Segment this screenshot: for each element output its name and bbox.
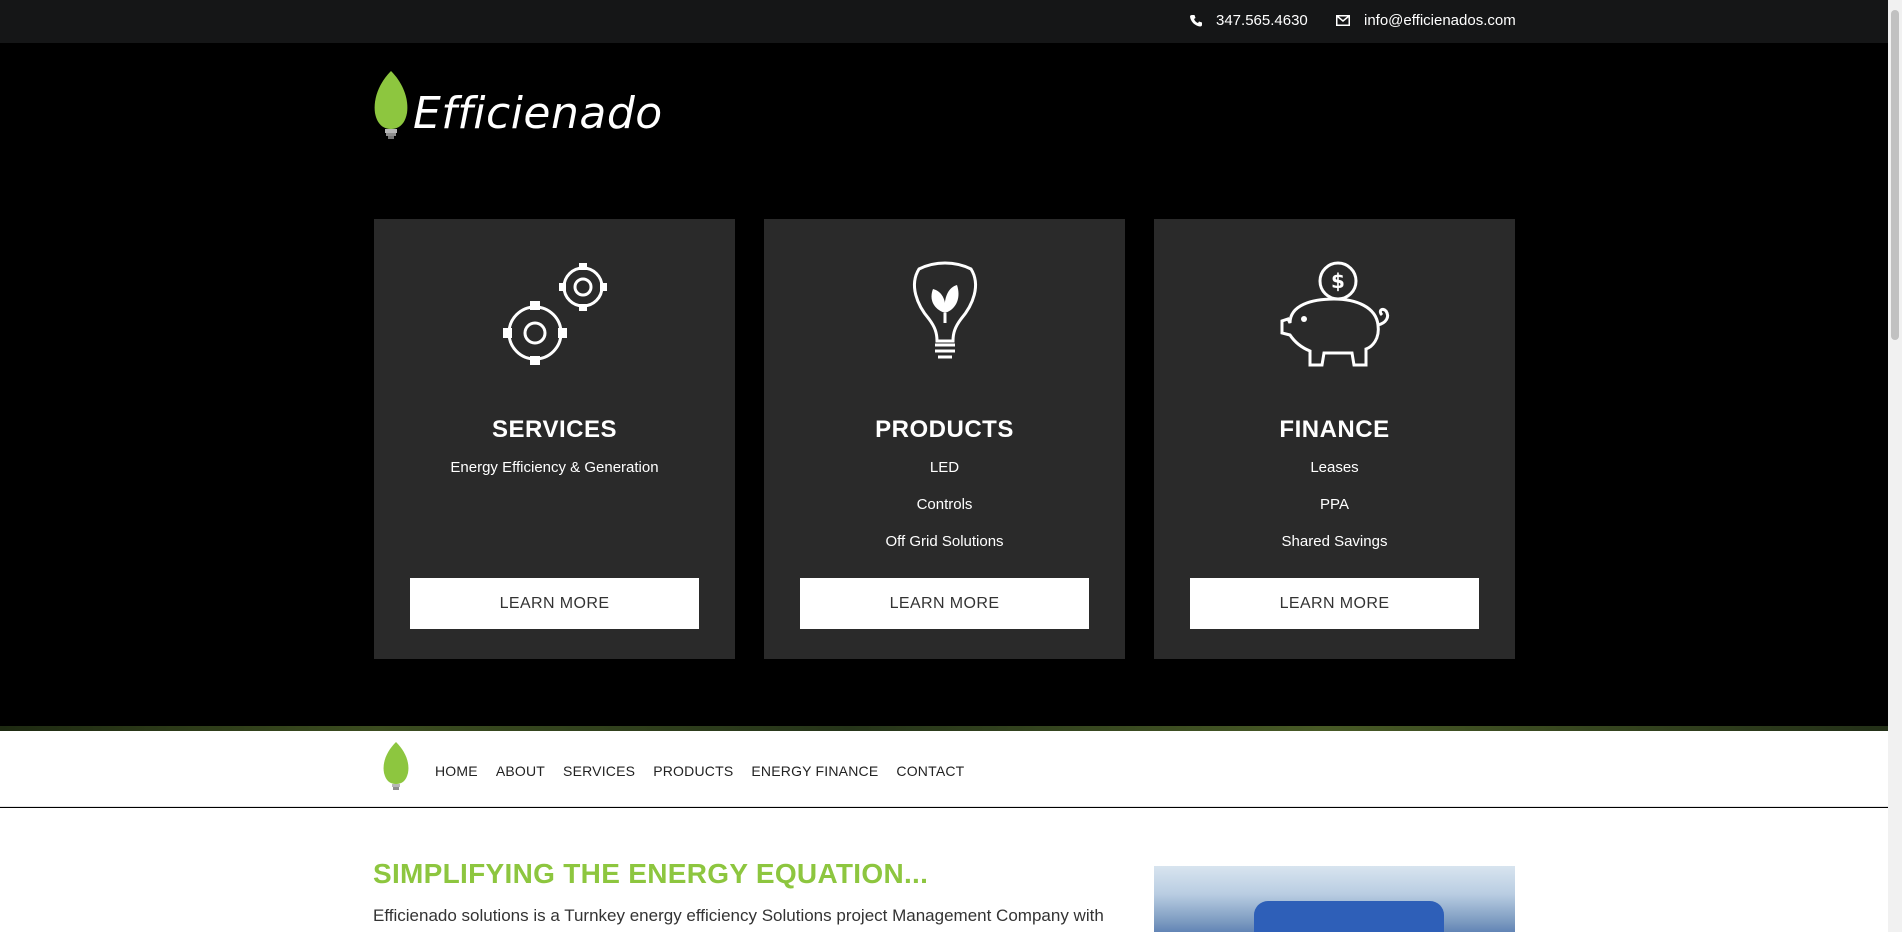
main-nav: HOME ABOUT SERVICES PRODUCTS ENERGY FINA… (0, 731, 1888, 807)
logo-wordmark: Efficienado (413, 88, 663, 139)
nav-item-energy-finance[interactable]: ENERGY FINANCE (751, 763, 878, 779)
page-scrollbar[interactable] (1888, 0, 1902, 932)
envelope-icon (1336, 15, 1350, 26)
nav-item-home[interactable]: HOME (435, 763, 478, 779)
leaf-logo-icon (374, 71, 408, 139)
services-card: SERVICES Energy Efficiency & Generation … (374, 219, 735, 659)
products-title: PRODUCTS (875, 416, 1014, 443)
finance-card: $ FINANCE Leases PPA Shared Savings LEAR… (1154, 219, 1515, 659)
email-contact[interactable]: info@efficienados.com (1336, 12, 1516, 29)
products-learn-more-button[interactable]: LEARN MORE (800, 578, 1089, 629)
finance-item-shared-savings: Shared Savings (1281, 533, 1388, 550)
email-address[interactable]: info@efficienados.com (1364, 12, 1516, 29)
services-item: Energy Efficiency & Generation (450, 459, 659, 476)
products-item-off-grid: Off Grid Solutions (885, 533, 1004, 550)
truck-image (1154, 866, 1515, 932)
products-item-controls: Controls (916, 496, 973, 513)
site-logo[interactable]: Efficienado (373, 71, 663, 139)
products-card: PRODUCTS LED Controls Off Grid Solutions… (764, 219, 1125, 659)
nav-item-contact[interactable]: CONTACT (896, 763, 964, 779)
piggy-bank-icon: $ (1280, 261, 1389, 367)
svg-text:$: $ (1331, 269, 1345, 293)
intro-paragraph: Efficienado solutions is a Turnkey energ… (373, 906, 1104, 925)
intro-section: SIMPLIFYING THE ENERGY EQUATION... Effic… (0, 808, 1888, 932)
phone-contact[interactable]: 347.565.4630 (1190, 12, 1308, 29)
nav-item-about[interactable]: ABOUT (496, 763, 545, 779)
truck-shape (1254, 901, 1444, 932)
services-title: SERVICES (492, 416, 617, 443)
finance-learn-more-button[interactable]: LEARN MORE (1190, 578, 1479, 629)
finance-title: FINANCE (1279, 416, 1390, 443)
nav-item-services[interactable]: SERVICES (563, 763, 635, 779)
finance-item-leases: Leases (1310, 459, 1359, 476)
leaf-nav-logo-icon[interactable] (382, 742, 410, 792)
phone-number[interactable]: 347.565.4630 (1216, 12, 1308, 29)
scrollbar-thumb[interactable] (1891, 10, 1899, 340)
phone-icon (1190, 15, 1202, 27)
top-contact-bar: 347.565.4630 info@efficienados.com (0, 0, 1888, 43)
intro-heading: SIMPLIFYING THE ENERGY EQUATION... (373, 858, 929, 889)
gears-icon (502, 263, 607, 365)
products-item-led: LED (929, 459, 960, 476)
hero-section: Efficienado SERVICES Energy Efficiency &… (0, 43, 1888, 733)
finance-item-ppa: PPA (1320, 496, 1349, 513)
lightbulb-leaf-icon (912, 261, 977, 359)
nav-item-products[interactable]: PRODUCTS (653, 763, 733, 779)
services-learn-more-button[interactable]: LEARN MORE (410, 578, 699, 629)
